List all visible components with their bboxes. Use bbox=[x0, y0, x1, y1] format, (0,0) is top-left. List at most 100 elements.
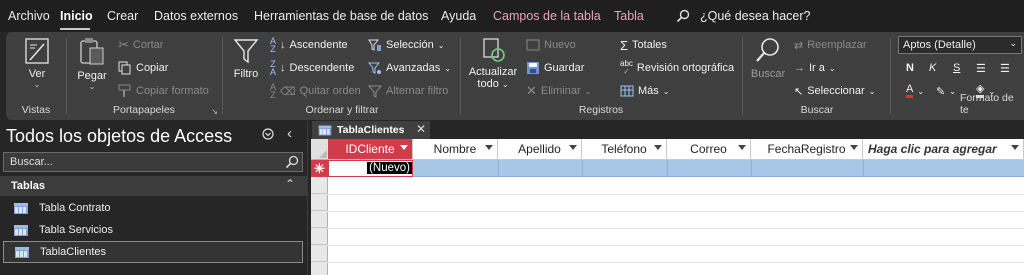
column-header-idcliente[interactable]: IDCliente bbox=[328, 139, 413, 160]
chevron-down-icon: ⌄ bbox=[1009, 38, 1017, 48]
collapse-pane-icon[interactable]: ‹ bbox=[287, 125, 292, 142]
clipboard-icon bbox=[80, 38, 104, 65]
column-header-fecharegistro[interactable]: FechaRegistro bbox=[751, 139, 863, 160]
menu-bar: Archivo Inicio Crear Datos externos Herr… bbox=[0, 0, 1024, 32]
column-divider bbox=[863, 160, 864, 177]
menu-tabla[interactable]: Tabla bbox=[614, 9, 644, 23]
record-selector[interactable] bbox=[311, 194, 328, 211]
align-left-icon[interactable]: ☰ bbox=[976, 59, 986, 77]
replace-button[interactable]: ⇄ Reemplazar bbox=[794, 36, 867, 54]
nav-search-input[interactable]: Buscar... bbox=[3, 152, 303, 172]
close-icon[interactable]: ✕ bbox=[416, 122, 426, 136]
record-selector[interactable] bbox=[311, 245, 328, 262]
cut-button[interactable]: ✂ Cortar bbox=[118, 36, 163, 54]
font-name-select[interactable]: Aptos (Detalle) ⌄ bbox=[898, 36, 1022, 54]
menu-ayuda[interactable]: Ayuda bbox=[441, 9, 476, 23]
sort-ascending-button[interactable]: A Z ↓ Ascendente bbox=[270, 36, 348, 54]
nav-options-icon[interactable] bbox=[262, 128, 274, 143]
clear-sort-button[interactable]: A Z ⌫ Quitar orden bbox=[270, 82, 361, 100]
selection-button[interactable]: Selección ⌄ bbox=[368, 36, 444, 54]
menu-archivo[interactable]: Archivo bbox=[8, 9, 50, 23]
chevron-down-icon: ⌄ bbox=[88, 82, 96, 91]
clear-sort-icon: AZ bbox=[270, 82, 277, 100]
new-record-row[interactable]: (Nuevo) bbox=[328, 160, 1024, 177]
advanced-filter-button[interactable]: Avanzadas ⌄ bbox=[368, 59, 451, 77]
chevron-down-icon[interactable] bbox=[485, 145, 493, 150]
menu-datos-externos[interactable]: Datos externos bbox=[154, 9, 238, 23]
document-tab-strip: TablaClientes ✕ bbox=[309, 121, 1024, 139]
column-divider bbox=[667, 160, 668, 177]
font-color-button[interactable]: A ⌄ bbox=[906, 82, 924, 100]
nav-item-tablaclientes[interactable]: TablaClientes bbox=[3, 241, 303, 263]
goto-button[interactable]: → Ir a ⌄ bbox=[794, 59, 836, 77]
menu-herramientas-bd[interactable]: Herramientas de base de datos bbox=[254, 9, 428, 23]
select-button[interactable]: ↖ Seleccionar ⌄ bbox=[794, 82, 875, 100]
copy-button[interactable]: Copiar bbox=[118, 59, 168, 77]
totals-button[interactable]: Σ Totales bbox=[620, 36, 667, 54]
record-selector[interactable] bbox=[311, 177, 328, 194]
chevron-down-icon: ⌄ bbox=[437, 40, 445, 50]
more-button[interactable]: Más ⌄ bbox=[620, 82, 669, 100]
tab-tablaclientes[interactable]: TablaClientes ✕ bbox=[312, 121, 430, 139]
refresh-icon bbox=[483, 38, 505, 62]
nav-item-tabla-servicios[interactable]: Tabla Servicios bbox=[3, 219, 303, 241]
menu-crear[interactable]: Crear bbox=[107, 9, 138, 23]
magnifier-icon bbox=[756, 38, 779, 62]
column-header-nombre[interactable]: Nombre bbox=[413, 139, 498, 160]
column-header-telefono[interactable]: Teléfono bbox=[582, 139, 667, 160]
group-registros: Actualizar todo ⌄ Nuevo Guardar ✕ Elimina… bbox=[462, 32, 740, 120]
record-selector[interactable] bbox=[311, 228, 328, 245]
divider bbox=[460, 38, 461, 114]
find-button[interactable]: Buscar bbox=[748, 36, 788, 80]
lightbulb-search-icon[interactable] bbox=[676, 9, 690, 26]
chevron-down-icon[interactable] bbox=[569, 145, 577, 150]
sort-descending-button[interactable]: Z A ↓ Descendente bbox=[270, 59, 354, 77]
highlight-button[interactable]: ✎ ⌄ bbox=[936, 82, 956, 100]
save-button[interactable]: Guardar bbox=[526, 59, 584, 77]
group-label-portapapeles: Portapapeles bbox=[113, 104, 175, 116]
column-header-correo[interactable]: Correo bbox=[667, 139, 751, 160]
nav-item-tabla-contrato[interactable]: Tabla Contrato bbox=[3, 197, 303, 219]
nav-pane-title[interactable]: Todos los objetos de Access bbox=[6, 126, 232, 147]
filter-button[interactable]: Filtro bbox=[228, 36, 264, 80]
new-record-icon bbox=[526, 39, 540, 51]
chevron-down-icon[interactable] bbox=[850, 145, 858, 150]
record-selector[interactable] bbox=[311, 262, 328, 275]
chevron-down-icon: ⌄ bbox=[501, 80, 509, 89]
dialog-launcher-icon[interactable]: ↘ bbox=[211, 107, 218, 116]
align-right-icon[interactable]: ☰ bbox=[1000, 59, 1010, 77]
arrow-right-icon: → bbox=[794, 62, 805, 74]
chevron-down-icon[interactable] bbox=[738, 145, 746, 150]
new-record-button[interactable]: Nuevo bbox=[526, 36, 576, 54]
group-ordenar-filtrar: Filtro A Z ↓ Ascendente Z A ↓ Descendente A Z ⌫ Q… bbox=[224, 32, 460, 120]
column-header-add-field[interactable]: Haga clic para agregar bbox=[863, 139, 1024, 160]
divider bbox=[66, 38, 67, 114]
menu-inicio[interactable]: Inicio bbox=[60, 9, 93, 23]
refresh-all-button[interactable]: Actualizar todo ⌄ bbox=[466, 36, 520, 90]
group-buscar: Buscar ⇄ Reemplazar → Ir a ⌄ ↖ Seleccionar ⌄ … bbox=[744, 32, 890, 120]
record-selector[interactable] bbox=[311, 211, 328, 228]
column-divider bbox=[498, 160, 499, 177]
bold-button[interactable]: N bbox=[906, 59, 914, 77]
menu-campos-tabla[interactable]: Campos de la tabla bbox=[493, 9, 601, 23]
grid-table-icon bbox=[620, 85, 634, 97]
chevron-down-icon[interactable] bbox=[1011, 145, 1019, 150]
paste-button[interactable]: Pegar ⌄ bbox=[72, 36, 112, 91]
chevron-down-icon[interactable] bbox=[400, 145, 408, 150]
delete-button[interactable]: ✕ Eliminar ⌄ bbox=[526, 82, 591, 100]
section-header-tablas[interactable]: Tablas ⌃ bbox=[0, 176, 307, 196]
tell-me-box[interactable]: ¿Qué desea hacer? bbox=[700, 9, 811, 23]
new-record-marker[interactable]: ✳ bbox=[311, 160, 328, 177]
select-all-corner[interactable] bbox=[311, 139, 328, 160]
underline-button[interactable]: S bbox=[953, 59, 960, 77]
spelling-button[interactable]: abc ✓ Revisión ortográfica bbox=[620, 59, 734, 77]
view-button[interactable]: Ver ⌄ bbox=[20, 36, 54, 89]
chevron-down-icon: ⌄ bbox=[868, 86, 876, 96]
toggle-filter-button[interactable]: Alternar filtro bbox=[368, 82, 448, 100]
chevron-down-icon[interactable] bbox=[654, 145, 662, 150]
advanced-filter-icon bbox=[368, 62, 381, 74]
cell-idcliente-new[interactable]: (Nuevo) bbox=[328, 160, 413, 177]
column-header-apellido[interactable]: Apellido bbox=[498, 139, 582, 160]
italic-button[interactable]: K bbox=[929, 59, 936, 77]
format-painter-button[interactable]: Copiar formato bbox=[118, 82, 209, 100]
